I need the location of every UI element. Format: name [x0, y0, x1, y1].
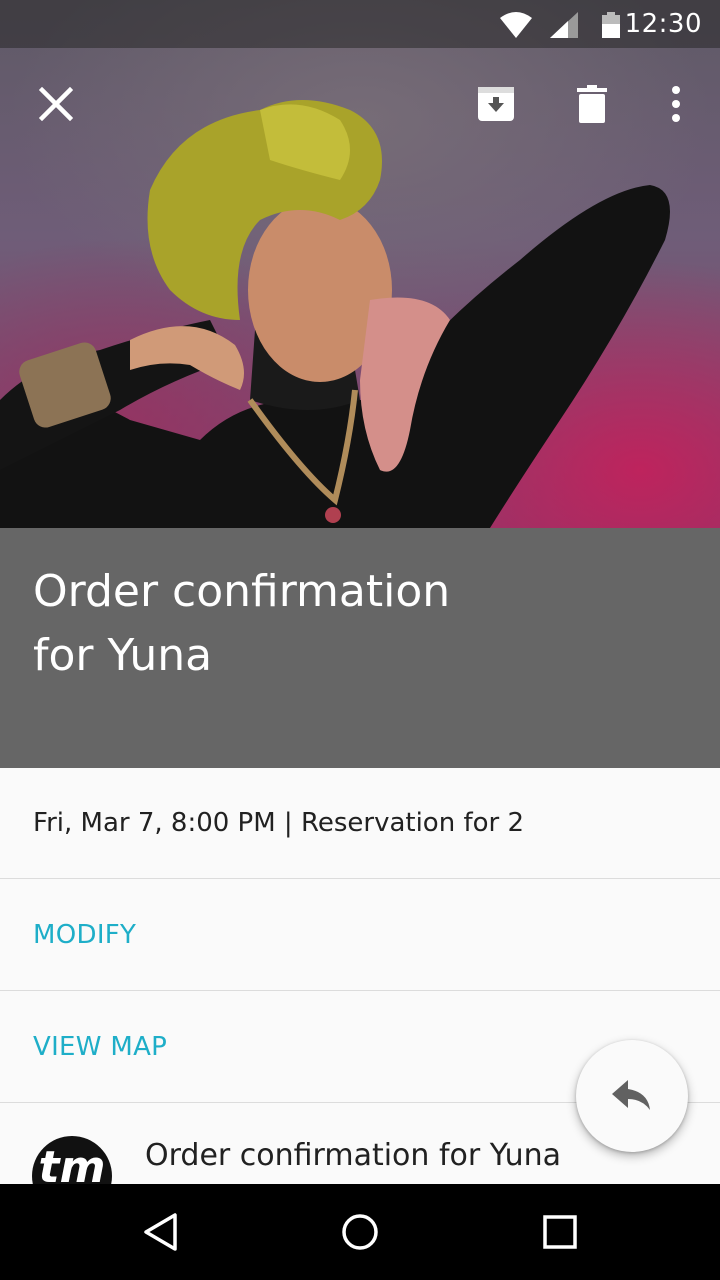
- title-line-1: Order confirmation: [33, 566, 451, 617]
- title-line-2: for Yuna: [33, 630, 213, 681]
- wifi-icon: [500, 12, 532, 38]
- battery-icon: [602, 12, 620, 38]
- more-vert-icon: [672, 86, 680, 122]
- navigation-bar: [0, 1184, 720, 1280]
- modify-row[interactable]: MODIFY: [0, 880, 720, 991]
- reply-icon: [612, 1080, 650, 1110]
- archive-icon: [478, 87, 514, 121]
- archive-button[interactable]: [464, 72, 528, 136]
- status-bar: 12:30: [0, 0, 720, 48]
- close-icon: [39, 87, 73, 121]
- nav-home-button[interactable]: [332, 1204, 388, 1260]
- status-time: 12:30: [624, 9, 702, 39]
- home-icon: [342, 1214, 378, 1250]
- close-button[interactable]: [24, 72, 88, 136]
- delete-button[interactable]: [560, 72, 624, 136]
- reservation-summary-row: Fri, Mar 7, 8:00 PM | Reservation for 2: [0, 768, 720, 879]
- delete-icon: [577, 85, 607, 123]
- email-preview-title: Order confirmation for Yuna: [145, 1138, 562, 1173]
- page-title: Order confirmation for Yuna: [33, 560, 593, 688]
- recents-icon: [543, 1215, 577, 1249]
- more-options-button[interactable]: [644, 72, 708, 136]
- nav-recents-button[interactable]: [532, 1204, 588, 1260]
- cellular-signal-icon: [550, 12, 578, 38]
- reply-button[interactable]: [576, 1040, 688, 1152]
- avatar: tm: [32, 1136, 112, 1184]
- view-map-link[interactable]: VIEW MAP: [33, 1032, 167, 1062]
- reservation-summary: Fri, Mar 7, 8:00 PM | Reservation for 2: [33, 808, 525, 838]
- back-icon: [144, 1213, 177, 1251]
- nav-back-button[interactable]: [132, 1204, 188, 1260]
- hero-image: 12:30: [0, 0, 720, 528]
- modify-link[interactable]: MODIFY: [33, 920, 136, 950]
